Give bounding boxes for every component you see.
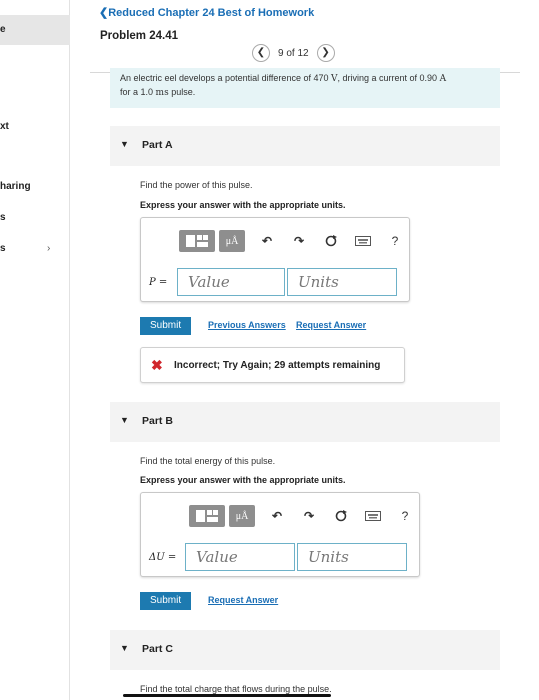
part-a-toolbar: μÅ ↶ ↷ ? — [179, 230, 405, 252]
part-b-title: Part B — [142, 415, 173, 427]
course-sidebar: e xt haring s s › — [0, 0, 70, 700]
part-c-header[interactable]: ▼ Part C — [110, 630, 500, 670]
undo-icon[interactable]: ↶ — [267, 505, 287, 527]
sidebar-item-1[interactable]: e — [0, 24, 6, 35]
units-icon[interactable]: μÅ — [229, 505, 255, 527]
reset-icon[interactable] — [321, 230, 341, 252]
back-to-assignment-link[interactable]: ❮Reduced Chapter 24 Best of Homework — [99, 6, 314, 19]
part-a-symbol: P = — [149, 277, 168, 288]
sidebar-item-3[interactable]: haring — [0, 181, 31, 192]
statement-unit-a: A — [439, 74, 447, 84]
previous-answers-link[interactable]: Previous Answers — [208, 320, 286, 330]
part-a-value-input[interactable]: Value — [177, 268, 285, 296]
next-problem-button[interactable]: ❯ — [316, 44, 335, 62]
statement-unit-ms: ms — [155, 88, 169, 98]
part-b-header[interactable]: ▼ Part B — [110, 402, 500, 442]
reset-icon[interactable] — [331, 505, 351, 527]
sidebar-item-5[interactable]: s — [0, 243, 6, 254]
part-a-submit-button[interactable]: Submit — [140, 317, 192, 335]
templates-icon[interactable] — [189, 505, 225, 527]
sidebar-item-2[interactable]: xt — [0, 121, 9, 132]
problem-pager: ❮ 9 of 12 ❯ — [252, 44, 335, 62]
part-b-toolbar: μÅ ↶ ↷ ? — [189, 505, 415, 527]
part-a-question: Find the power of this pulse. — [140, 180, 253, 190]
caret-down-icon: ▼ — [120, 415, 129, 425]
problem-title: Problem 24.41 — [100, 30, 178, 42]
part-a-header[interactable]: ▼ Part A — [110, 126, 500, 166]
keyboard-icon[interactable] — [363, 505, 383, 527]
part-a-units-input[interactable]: Units — [287, 268, 397, 296]
units-icon[interactable]: μÅ — [219, 230, 245, 252]
error-x-icon: ✖ — [151, 357, 163, 373]
part-c-title: Part C — [142, 643, 173, 655]
part-b-symbol: ΔU = — [149, 552, 177, 563]
sidebar-item-4[interactable]: s — [0, 212, 6, 223]
statement-text-b: , driving a current of 0.90 — [337, 73, 438, 83]
part-a-answer-box: μÅ ↶ ↷ ? P = Value Units — [140, 217, 410, 302]
sidebar-active-highlight — [0, 15, 70, 45]
chevron-right-icon[interactable]: › — [47, 243, 50, 254]
redo-icon[interactable]: ↷ — [299, 505, 319, 527]
statement-text-d: pulse. — [171, 87, 196, 97]
problem-statement: An electric eel develops a potential dif… — [110, 68, 500, 108]
help-icon[interactable]: ? — [385, 230, 405, 252]
part-a-feedback: ✖ Incorrect; Try Again; 29 attempts rema… — [140, 347, 405, 383]
prev-problem-button[interactable]: ❮ — [252, 44, 270, 62]
part-b-question: Find the total energy of this pulse. — [140, 456, 276, 466]
undo-icon[interactable]: ↶ — [257, 230, 277, 252]
part-b-request-answer-link[interactable]: Request Answer — [208, 595, 278, 605]
caret-down-icon: ▼ — [120, 643, 129, 653]
part-a-instruction: Express your answer with the appropriate… — [140, 200, 346, 210]
redo-icon[interactable]: ↷ — [289, 230, 309, 252]
scroll-indicator[interactable] — [123, 694, 331, 697]
feedback-text: Incorrect; Try Again; 29 attempts remain… — [174, 360, 381, 371]
part-a-title: Part A — [142, 139, 173, 151]
part-b-units-input[interactable]: Units — [297, 543, 407, 571]
caret-down-icon: ▼ — [120, 139, 129, 149]
statement-text-c: for a 1.0 — [120, 87, 154, 97]
part-b-instruction: Express your answer with the appropriate… — [140, 475, 346, 485]
help-icon[interactable]: ? — [395, 505, 415, 527]
statement-text-a: An electric eel develops a potential dif… — [120, 73, 329, 83]
main-content: ❮Reduced Chapter 24 Best of Homework Pro… — [70, 0, 539, 700]
part-a-request-answer-link[interactable]: Request Answer — [296, 320, 366, 330]
part-b-answer-box: μÅ ↶ ↷ ? ΔU = Value Units — [140, 492, 420, 577]
part-c-question: Find the total charge that flows during … — [140, 684, 332, 694]
templates-icon[interactable] — [179, 230, 215, 252]
part-b-value-input[interactable]: Value — [185, 543, 295, 571]
keyboard-icon[interactable] — [353, 230, 373, 252]
part-b-submit-button[interactable]: Submit — [140, 592, 192, 610]
pager-text: 9 of 12 — [278, 47, 309, 59]
